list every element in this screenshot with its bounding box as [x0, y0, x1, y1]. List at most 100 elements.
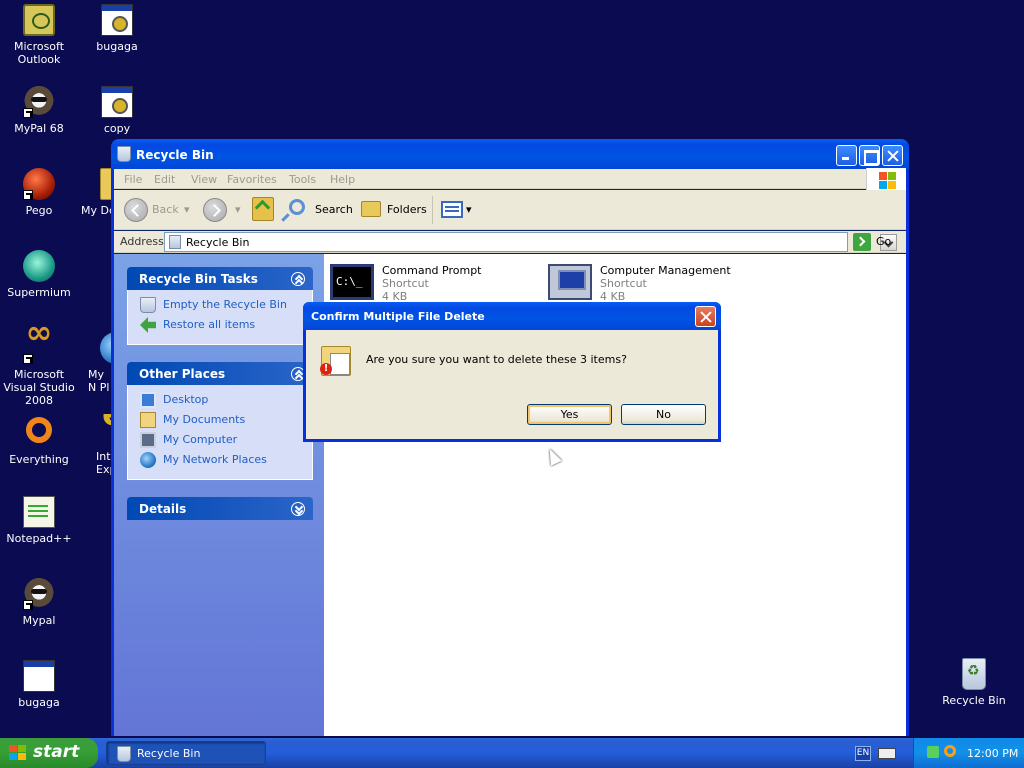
- folder-up-icon[interactable]: [252, 197, 274, 221]
- desktop-icon-everything[interactable]: Everything: [0, 414, 78, 466]
- command-prompt-icon: C:\_: [330, 264, 374, 300]
- desktop-icon-my-network-places[interactable]: My N Pl: [78, 332, 112, 394]
- collapse-chevron-icon[interactable]: [291, 272, 305, 286]
- desktop-icon-mypal-68[interactable]: MyPal 68: [0, 86, 78, 135]
- desktop-icon-recycle-bin[interactable]: Recycle Bin: [935, 658, 1013, 707]
- shortcut-arrow-icon: [23, 190, 33, 200]
- restore-all-items-link[interactable]: Restore all items: [140, 316, 312, 336]
- confirm-delete-dialog: Confirm Multiple File Delete Are you sur…: [303, 302, 721, 442]
- everything-icon: [23, 417, 55, 449]
- recycle-bin-tasks-panel: Recycle Bin Tasks Empty the Recycle Bin …: [127, 267, 313, 345]
- folders-button[interactable]: Folders: [387, 198, 427, 222]
- forward-dropdown-icon[interactable]: ▾: [235, 198, 241, 222]
- delete-warning-icon: [320, 346, 351, 376]
- shortcut-arrow-icon: [23, 600, 33, 610]
- close-button[interactable]: [882, 145, 903, 166]
- taskbar-item-label: Recycle Bin: [137, 747, 201, 760]
- start-button[interactable]: start: [0, 738, 98, 768]
- menu-help[interactable]: Help: [330, 173, 355, 186]
- expand-chevron-icon[interactable]: [291, 502, 305, 516]
- dialog-titlebar[interactable]: Confirm Multiple File Delete: [303, 302, 721, 330]
- search-icon[interactable]: [289, 199, 305, 215]
- other-places-panel: Other Places Desktop My Documents My Com…: [127, 362, 313, 480]
- clock[interactable]: 12:00 PM: [967, 747, 1018, 760]
- recycle-bin-tasks-header[interactable]: Recycle Bin Tasks: [127, 267, 313, 290]
- tray-app-icon[interactable]: [927, 746, 939, 758]
- menu-tools[interactable]: Tools: [289, 173, 316, 186]
- back-button-label[interactable]: Back: [152, 198, 179, 222]
- raccoon-icon: [23, 86, 55, 118]
- recycle-bin-icon: [169, 235, 181, 249]
- menu-edit[interactable]: Edit: [154, 173, 175, 186]
- desktop-icon-label: My N Pl: [88, 368, 110, 394]
- my-network-places-link[interactable]: My Network Places: [140, 451, 312, 471]
- address-value: Recycle Bin: [186, 236, 250, 249]
- details-header[interactable]: Details: [127, 497, 313, 520]
- windows-logo-icon: [9, 745, 27, 762]
- window-title: Recycle Bin: [136, 148, 214, 162]
- desktop-icon-label: Everything: [9, 453, 69, 466]
- back-arrow-icon[interactable]: [124, 198, 148, 222]
- my-computer-link[interactable]: My Computer: [140, 431, 312, 451]
- menu-favorites[interactable]: Favorites: [227, 173, 277, 186]
- yes-button[interactable]: Yes: [527, 404, 612, 425]
- search-button[interactable]: Search: [315, 198, 353, 222]
- views-dropdown-icon[interactable]: ▾: [466, 198, 472, 222]
- desktop-icon-label: My Dc: [81, 204, 112, 217]
- desktop-icon-notepad-plus[interactable]: Notepad++: [0, 496, 78, 545]
- desktop-icon-visual-studio[interactable]: Microsoft Visual Studio 2008: [0, 326, 78, 407]
- go-arrow-icon[interactable]: [853, 233, 871, 251]
- desktop-icon-copy[interactable]: copy: [78, 86, 156, 135]
- system-tray: 12:00 PM: [913, 738, 1024, 768]
- menu-view[interactable]: View: [191, 173, 217, 186]
- task-pane: Recycle Bin Tasks Empty the Recycle Bin …: [114, 254, 324, 736]
- desktop-icon-label: Int Exp: [96, 450, 112, 476]
- everything-tray-icon[interactable]: [944, 745, 956, 757]
- desktop-icon-outlook[interactable]: Microsoft Outlook: [0, 4, 78, 66]
- desktop-icon-pego[interactable]: Pego: [0, 168, 78, 217]
- forward-arrow-icon[interactable]: [203, 198, 227, 222]
- menu-file[interactable]: File: [124, 173, 142, 186]
- link-label: Desktop: [163, 393, 209, 406]
- desktop-icon-supermium[interactable]: Supermium: [0, 250, 78, 299]
- taskbar-item-recycle-bin[interactable]: Recycle Bin: [106, 741, 266, 765]
- no-button[interactable]: No: [621, 404, 706, 425]
- windows-logo-icon: [866, 168, 906, 190]
- documents-folder-icon: [140, 412, 156, 428]
- desktop-icon-internet-explorer[interactable]: Int Exp: [78, 414, 112, 476]
- empty-recycle-bin-link[interactable]: Empty the Recycle Bin: [140, 296, 312, 316]
- folders-icon[interactable]: [361, 201, 381, 217]
- views-icon[interactable]: [441, 201, 463, 218]
- app-window-icon: [101, 86, 133, 118]
- keyboard-icon[interactable]: [878, 748, 896, 759]
- address-input[interactable]: Recycle Bin: [164, 232, 897, 252]
- window-titlebar[interactable]: Recycle Bin: [111, 139, 909, 169]
- desktop-icon-my-documents[interactable]: My Dc: [78, 168, 112, 217]
- app-window-icon: [101, 4, 133, 36]
- my-documents-link[interactable]: My Documents: [140, 411, 312, 431]
- dialog-title: Confirm Multiple File Delete: [311, 310, 485, 323]
- address-bar: Address Recycle Bin Go: [114, 231, 906, 253]
- other-places-header[interactable]: Other Places: [127, 362, 313, 385]
- go-button[interactable]: Go: [876, 235, 891, 248]
- maximize-button[interactable]: [859, 145, 880, 166]
- link-label: My Documents: [163, 413, 246, 426]
- desktop-icon: [140, 392, 156, 408]
- dialog-close-button[interactable]: [695, 306, 716, 327]
- back-dropdown-icon[interactable]: ▾: [184, 198, 190, 222]
- recycle-bin-icon: [962, 658, 986, 690]
- other-places-body: Desktop My Documents My Computer My Netw…: [127, 385, 313, 480]
- desktop-icon-bugaga-2[interactable]: bugaga: [0, 660, 78, 709]
- desktop-icon-label: copy: [103, 122, 131, 135]
- desktop-icon-bugaga[interactable]: bugaga: [78, 4, 156, 53]
- minimize-button[interactable]: [836, 145, 857, 166]
- file-item-computer-management[interactable]: Computer Management Shortcut 4 KB: [548, 264, 758, 304]
- file-item-command-prompt[interactable]: C:\_ Command Prompt Shortcut 4 KB: [330, 264, 540, 304]
- menu-bar: File Edit View Favorites Tools Help: [114, 168, 906, 190]
- computer-management-icon: [548, 264, 592, 300]
- supermium-icon: [23, 250, 55, 282]
- link-label: My Computer: [163, 433, 238, 446]
- desktop-link[interactable]: Desktop: [140, 391, 312, 411]
- desktop-icon-mypal[interactable]: Mypal: [0, 578, 78, 627]
- language-indicator[interactable]: EN: [855, 746, 871, 761]
